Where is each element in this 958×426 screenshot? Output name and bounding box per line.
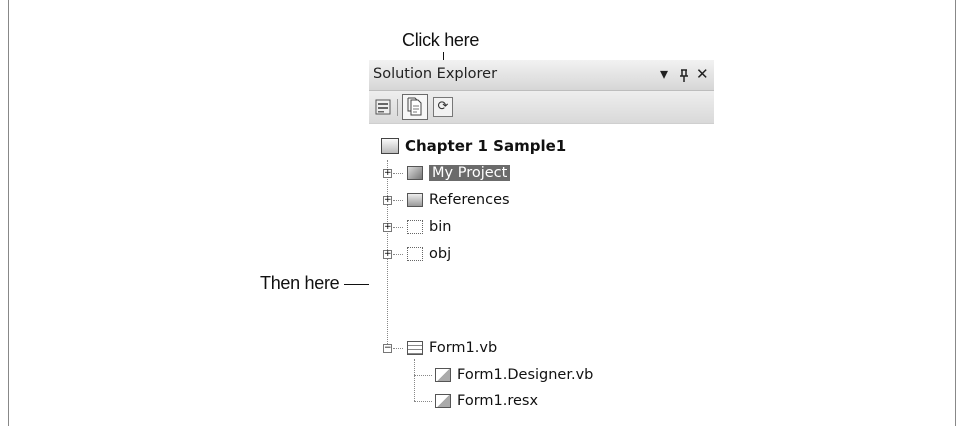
tree-root-solution[interactable]: Chapter 1 Sample1 <box>381 134 566 158</box>
references-icon <box>407 193 423 207</box>
dropdown-arrow-icon[interactable]: ▾ <box>660 66 668 82</box>
vb-project-icon <box>381 138 399 154</box>
tree-branch-line <box>414 375 432 376</box>
properties-icon[interactable] <box>373 97 393 117</box>
tree-child-connector-vertical <box>414 359 415 401</box>
toolbar-separator <box>397 99 398 116</box>
solution-explorer-panel: Solution Explorer ▾ ✕ ⟳ Chapter 1 Sample… <box>369 60 714 409</box>
tree-item-label: obj <box>429 246 452 262</box>
tree-item-label: References <box>429 192 510 208</box>
resx-file-icon <box>435 394 451 408</box>
close-icon[interactable]: ✕ <box>696 66 709 82</box>
folder-icon <box>407 220 423 234</box>
my-project-icon <box>407 166 423 180</box>
tree-branch-line <box>393 227 403 228</box>
vb-file-icon <box>435 368 451 382</box>
refresh-icon[interactable]: ⟳ <box>433 97 453 117</box>
tree-root-label: Chapter 1 Sample1 <box>405 137 567 155</box>
tree-item-label: Form1.vb <box>429 340 498 356</box>
panel-title: Solution Explorer <box>373 66 498 82</box>
refresh-glyph: ⟳ <box>437 99 449 114</box>
tree-branch-line <box>393 254 403 255</box>
panel-titlebar: Solution Explorer ▾ ✕ <box>369 60 714 91</box>
tree-branch-line <box>393 200 403 201</box>
then-here-annotation: Then here <box>260 273 340 293</box>
tree-item-label: bin <box>429 219 452 235</box>
solution-tree: Chapter 1 Sample1 + My Project + Referen… <box>369 124 714 409</box>
expand-icon[interactable]: + <box>383 223 392 232</box>
tree-item-label: Form1.Designer.vb <box>457 367 594 383</box>
form-icon <box>407 341 423 355</box>
expand-icon[interactable]: + <box>383 169 392 178</box>
panel-toolbar: ⟳ <box>369 91 714 124</box>
tree-branch-line <box>414 401 432 402</box>
expand-icon[interactable]: + <box>383 196 392 205</box>
collapse-icon[interactable]: − <box>383 344 392 353</box>
expand-icon[interactable]: + <box>383 250 392 259</box>
tree-item-label: Form1.resx <box>457 393 539 409</box>
pin-icon[interactable] <box>679 68 689 82</box>
click-here-annotation: Click here <box>402 30 480 50</box>
show-all-files-icon[interactable] <box>402 94 428 120</box>
tree-branch-line <box>393 348 403 349</box>
tree-branch-line <box>393 173 403 174</box>
folder-icon <box>407 247 423 261</box>
tree-item-label: My Project <box>429 165 511 181</box>
